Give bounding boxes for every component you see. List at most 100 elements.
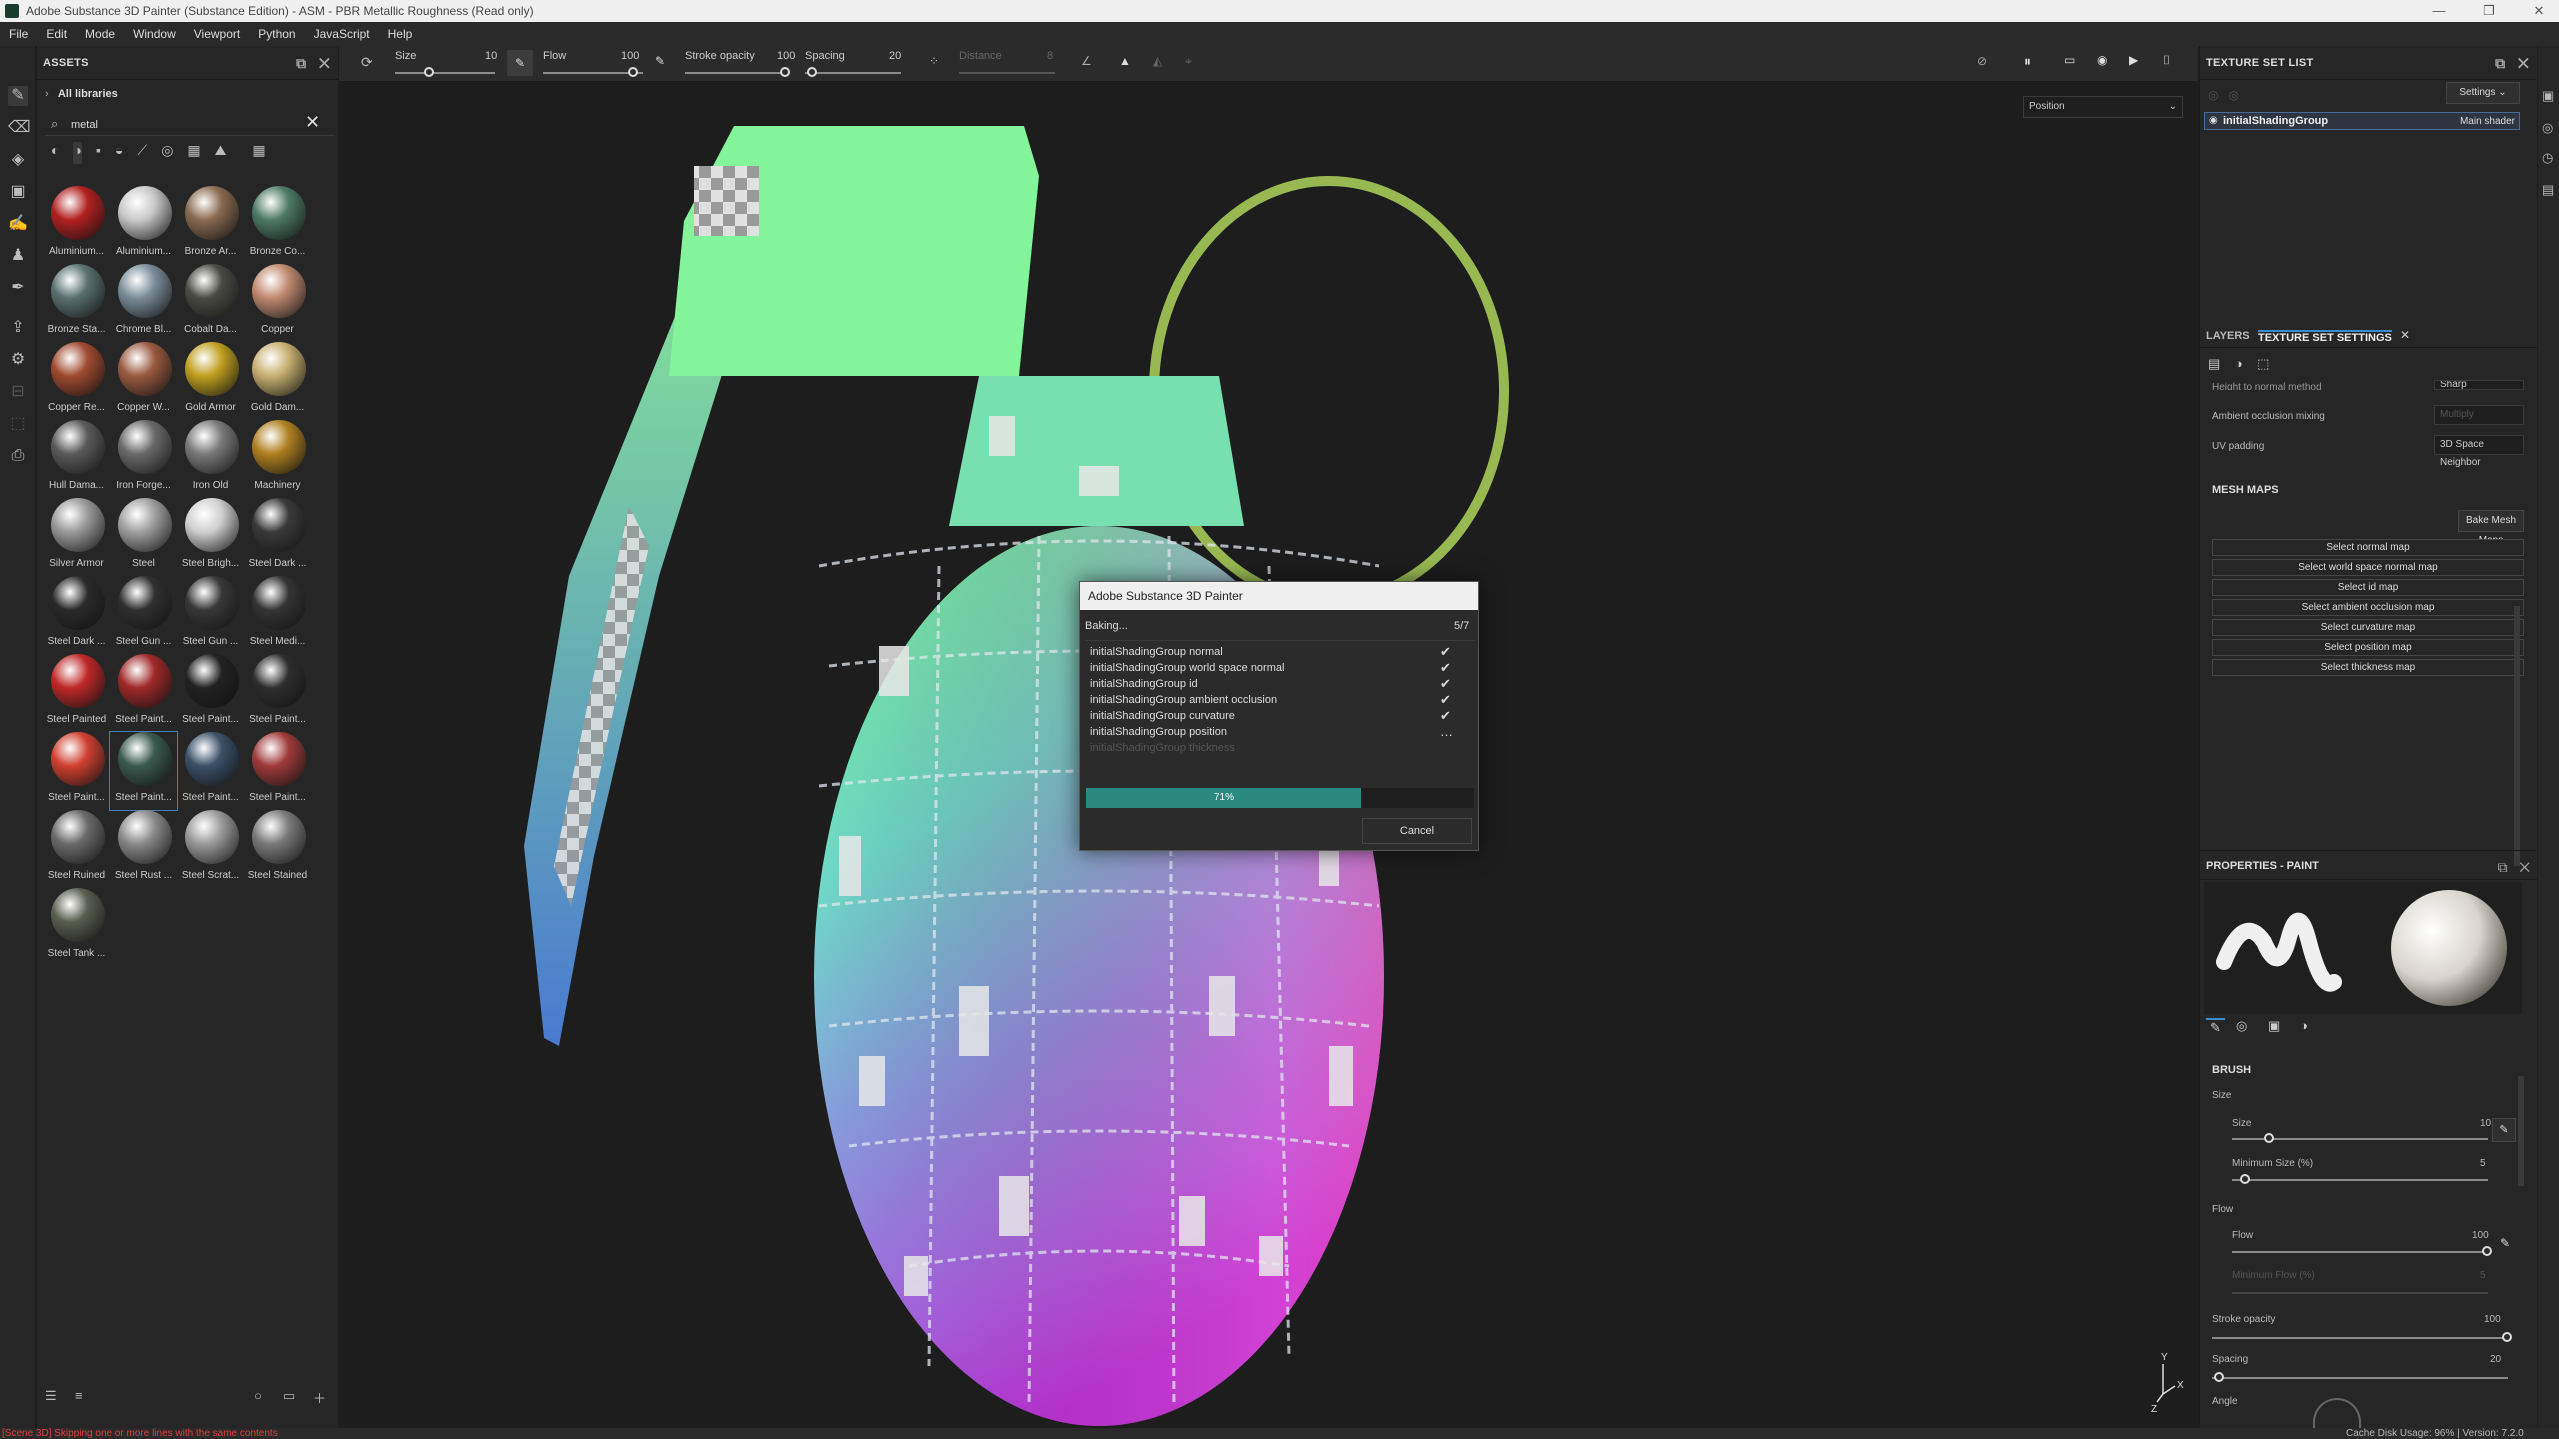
alpha-tab-icon[interactable]: ◎ [2236, 1018, 2247, 1034]
textures-filter-icon[interactable]: ▪ [96, 142, 101, 164]
tab-layers[interactable]: LAYERS [2206, 330, 2250, 342]
folder-icon[interactable]: ▭ [283, 1388, 295, 1404]
brush-tab-icon[interactable]: ✎ [2206, 1018, 2225, 1036]
distance-slider[interactable] [959, 72, 1055, 74]
library-breadcrumb[interactable]: › All libraries [45, 88, 335, 106]
float-panel-icon[interactable]: ⧉ [296, 55, 306, 71]
eye-icon[interactable]: ◉ [2209, 115, 2218, 126]
cancel-bake-button[interactable]: Cancel [1362, 818, 1472, 844]
clone-stamp-icon[interactable]: ♟ [8, 246, 28, 266]
material-thumbnail[interactable]: Silver Armor [43, 498, 110, 576]
material-thumbnail[interactable]: Steel Scrat... [177, 810, 244, 888]
menu-help[interactable]: Help [379, 27, 422, 41]
material-thumbnail[interactable]: Steel Dark ... [43, 576, 110, 654]
material-thumbnail[interactable]: Steel Medi... [244, 576, 311, 654]
close-tab-icon[interactable]: ✕ [2400, 328, 2410, 342]
alphas-filter-icon[interactable]: ◎ [161, 142, 173, 164]
min-size-handle[interactable] [2240, 1174, 2250, 1184]
close-window-button[interactable]: ✕ [2519, 0, 2559, 22]
close-panel-icon[interactable]: ✕ [2518, 55, 2529, 71]
screenshot-icon[interactable]: ⌷ [2163, 53, 2170, 68]
texture-set-settings-dropdown[interactable]: Settings ⌄ [2446, 82, 2520, 104]
material-thumbnail[interactable]: Steel Paint... [244, 654, 311, 732]
material-thumbnail[interactable]: Gold Armor [177, 342, 244, 420]
hide-viewport-icon[interactable]: ⊘ [1977, 54, 1987, 68]
log-icon[interactable]: ▤ [2542, 182, 2554, 198]
geometry-mask-icon[interactable]: ▣ [8, 182, 28, 202]
size-pressure-icon[interactable]: ✎ [2492, 1118, 2516, 1142]
material-thumbnail[interactable]: Steel Gun ... [110, 576, 177, 654]
visibility-toggle-icon[interactable]: ◎ ◎ [2208, 88, 2239, 102]
polygon-fill-icon[interactable]: ⬚ [8, 414, 28, 434]
angle-dial[interactable] [2313, 1398, 2361, 1428]
mesh-map-slot[interactable]: Select curvature map [2212, 619, 2524, 636]
tab-texture-set-settings[interactable]: TEXTURE SET SETTINGS [2258, 330, 2392, 344]
min-flow-slider[interactable] [2232, 1292, 2488, 1294]
stroke-opacity-handle[interactable] [780, 67, 790, 77]
flow-pressure-icon[interactable]: ✎ [2500, 1236, 2510, 1250]
display-mode-icon[interactable]: ◉ [2097, 53, 2107, 67]
history-icon[interactable]: ◷ [2542, 150, 2553, 166]
bake-icon[interactable]: ⇪ [8, 318, 28, 338]
prop-spacing-slider[interactable] [2212, 1377, 2508, 1379]
material-thumbnail[interactable]: Steel Stained [244, 810, 311, 888]
material-thumbnail[interactable]: Bronze Ar... [177, 186, 244, 264]
material-thumbnail[interactable]: Steel Paint... [244, 732, 311, 810]
mesh-map-slot[interactable]: Select normal map [2212, 539, 2524, 556]
clear-search-icon[interactable]: ✕ [305, 112, 320, 133]
uv-icon[interactable]: ⬚ [2257, 356, 2269, 371]
prop-spacing-handle[interactable] [2214, 1372, 2224, 1382]
material-thumbnail[interactable]: Steel [110, 498, 177, 576]
material-thumbnail[interactable]: Iron Old [177, 420, 244, 498]
material-thumbnail[interactable]: Steel Paint... [177, 654, 244, 732]
material-thumbnail[interactable]: Steel Paint... [109, 731, 178, 811]
material-thumbnail[interactable]: Steel Ruined [43, 810, 110, 888]
material-thumbnail[interactable]: Steel Rust ... [110, 810, 177, 888]
material-thumbnail[interactable]: Hull Dama... [43, 420, 110, 498]
mesh-map-slot[interactable]: Select world space normal map [2212, 559, 2524, 576]
pause-render-icon[interactable]: ⏸ [2024, 53, 2031, 70]
mesh-map-slot[interactable]: Select id map [2212, 579, 2524, 596]
material-thumbnail[interactable]: Bronze Sta... [43, 264, 110, 342]
projection-icon[interactable]: ◈ [8, 150, 28, 170]
prop-stroke-opacity-handle[interactable] [2502, 1332, 2512, 1342]
minimize-button[interactable]: — [2419, 0, 2459, 22]
min-size-slider[interactable] [2232, 1179, 2488, 1181]
list-view-icon[interactable]: ☰ [45, 1388, 57, 1404]
angle-icon[interactable]: ∠ [1081, 54, 1092, 68]
material-thumbnail[interactable]: Steel Painted [43, 654, 110, 732]
export-icon[interactable]: ⎙ [8, 446, 28, 466]
material-icon[interactable]: ◑ [2235, 356, 2243, 371]
menu-window[interactable]: Window [124, 27, 185, 41]
material-thumbnail[interactable]: Steel Dark ... [244, 498, 311, 576]
menu-javascript[interactable]: JavaScript [305, 27, 379, 41]
ao-mixing-select[interactable]: Multiply [2434, 405, 2524, 425]
materials-filter-icon[interactable]: ◑ [73, 142, 82, 164]
eraser-icon[interactable]: ⌫ [8, 118, 31, 138]
bake-mesh-maps-button[interactable]: Bake Mesh Maps [2458, 510, 2524, 546]
flow-slider-handle[interactable] [628, 67, 638, 77]
add-asset-icon[interactable]: ＋ [313, 1388, 326, 1407]
float-panel-icon[interactable]: ⧉ [2498, 859, 2508, 875]
material-thumbnail[interactable]: Gold Dam... [244, 342, 311, 420]
size-slider-handle[interactable] [424, 67, 434, 77]
brush-flow-slider[interactable] [2232, 1251, 2488, 1253]
material-thumbnail[interactable]: Steel Tank ... [43, 888, 110, 966]
material-thumbnail[interactable]: Steel Paint... [177, 732, 244, 810]
material-thumbnail[interactable]: Aluminium... [110, 186, 177, 264]
material-thumbnail[interactable]: Copper Re... [43, 342, 110, 420]
menu-edit[interactable]: Edit [37, 27, 76, 41]
uv-padding-select[interactable]: 3D Space Neighbor [2434, 435, 2524, 468]
menu-mode[interactable]: Mode [76, 27, 124, 41]
lazy-mouse-icon[interactable]: ⁘ [929, 54, 939, 68]
environment-filter-icon[interactable]: ⛰ [215, 142, 227, 164]
material-thumbnail[interactable]: Aluminium... [43, 186, 110, 264]
size-slider[interactable] [395, 72, 495, 74]
material-thumbnail[interactable]: Steel Paint... [43, 732, 110, 810]
spacing-slider-handle[interactable] [807, 67, 817, 77]
search-input[interactable]: metal [71, 119, 98, 131]
material-thumbnail[interactable]: Copper W... [110, 342, 177, 420]
texture-set-item[interactable]: ◉ initialShadingGroup Main shader [2204, 112, 2520, 130]
smart-materials-icon[interactable]: ◒ [115, 142, 123, 164]
sort-icon[interactable]: ≡ [75, 1388, 83, 1403]
